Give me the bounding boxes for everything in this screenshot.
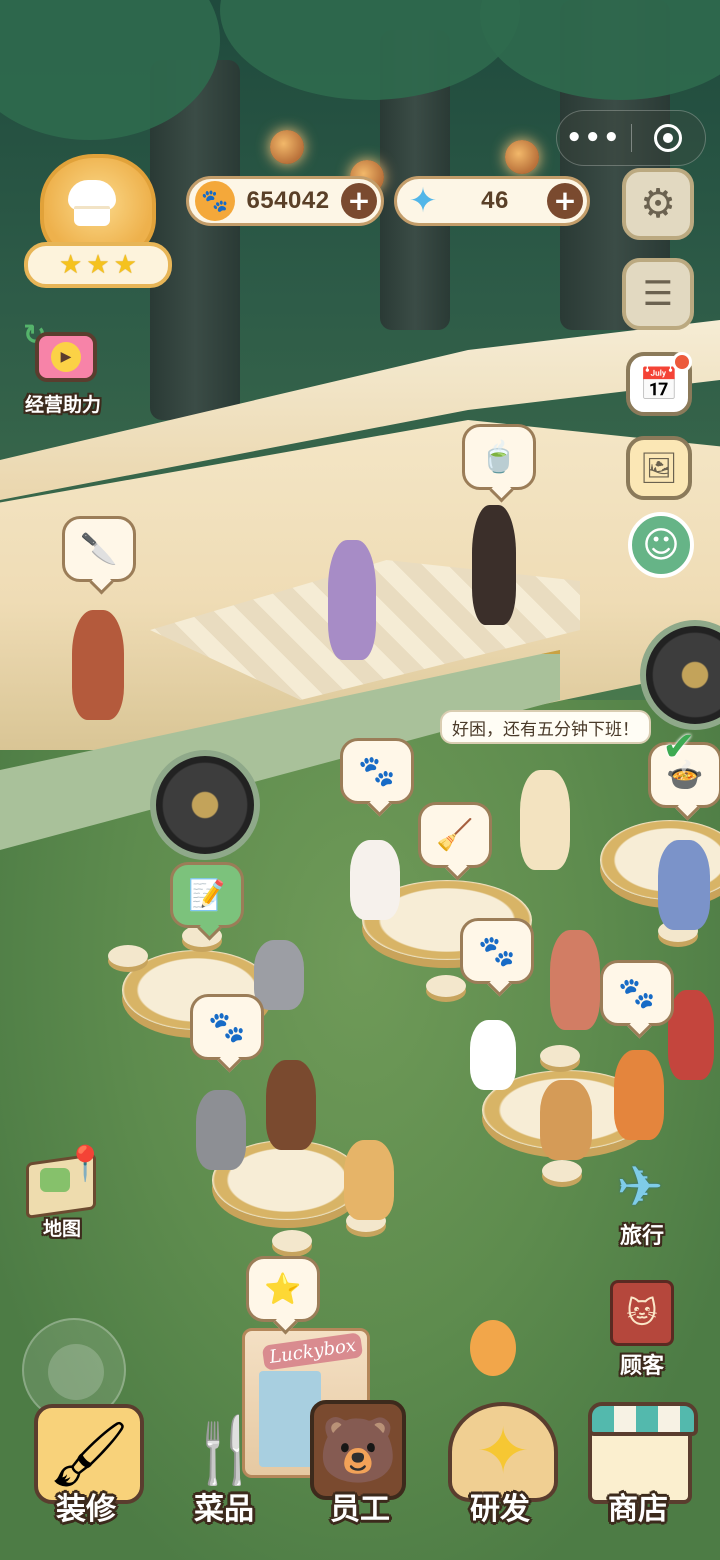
customer-fox[interactable] [614, 1050, 664, 1140]
target-icon [654, 124, 683, 152]
lucky-cat-figurine[interactable] [470, 1320, 516, 1376]
paw-icon: 🐾 [358, 753, 396, 789]
travel-label: 旅行 [619, 1224, 664, 1249]
shop-icon [588, 1402, 698, 1436]
add-paw-coins-button[interactable]: + [341, 183, 377, 219]
paw-coin-value: 654042 [246, 187, 330, 214]
business-boost-label: 经营助力 [24, 394, 101, 416]
customer-raccoon[interactable] [196, 1090, 246, 1170]
knife-board-icon: 🔪 [80, 531, 118, 567]
customer-shiba[interactable] [344, 1140, 394, 1220]
clean-task-bubble[interactable]: 🧹 [418, 802, 492, 868]
star-icon: ★ [113, 250, 137, 280]
customer-cat[interactable] [350, 840, 400, 920]
customers-button[interactable]: 🐱 顾客 [604, 1280, 680, 1380]
paw-icon: 🐾 [618, 975, 656, 1011]
speech-bubble: 好困，还有五分钟下班！ [440, 710, 651, 744]
customer-cat-grey[interactable] [254, 940, 304, 1010]
travel-button[interactable]: ✈ 旅行 [602, 1158, 682, 1250]
cooking-pot-icon: ✦ [476, 1415, 530, 1489]
customers-label: 顾客 [619, 1354, 664, 1379]
staff-waiter[interactable] [72, 610, 124, 720]
prep-task-bubble[interactable]: 🔪 [62, 516, 136, 582]
stool [108, 945, 148, 967]
customer-book-icon: 🐱 [610, 1280, 674, 1346]
video-tv-icon: ↻ ▶ [23, 318, 103, 390]
customer-hamster-waiter[interactable] [520, 770, 570, 870]
paw-icon: 🐾 [478, 933, 516, 969]
smiley-icon: ☺ [642, 524, 680, 566]
paw-order-bubble[interactable]: 🐾 [460, 918, 534, 984]
lantern [505, 140, 539, 174]
drink-icon: 🍵 [480, 439, 518, 475]
business-boost-button[interactable]: ↻ ▶ 经营助力 [18, 318, 108, 417]
staff-cashier[interactable] [328, 540, 376, 660]
paw-order-bubble[interactable]: 🐾 [600, 960, 674, 1026]
stool [542, 1160, 582, 1182]
customer-bear[interactable] [658, 840, 710, 930]
stool [426, 975, 466, 997]
dish-ready-bubble[interactable]: 🍵 [462, 424, 536, 490]
calendar-button[interactable]: 📅 [626, 352, 692, 416]
gem-value: 46 [481, 187, 509, 214]
gem-counter: ✦ 46 + [394, 176, 590, 226]
shop-nav-label: 商店 [608, 1492, 668, 1527]
gear-icon: ⚙ [640, 181, 676, 227]
calendar-icon: 📅 [639, 365, 679, 403]
settings-button[interactable]: ⚙ [622, 168, 694, 240]
restaurant-rating-badge[interactable]: ★ ★ ★ [24, 150, 172, 296]
close-mini-program-button[interactable] [632, 124, 706, 152]
task-list-button[interactable]: ☰ [622, 258, 694, 330]
speech-text: 好困，还有五分钟下班！ [452, 719, 639, 740]
research-nav-label: 研发 [470, 1492, 530, 1527]
staff-badge-icon: 🐻 [318, 1413, 398, 1488]
mini-program-capsule: ••• [556, 110, 706, 166]
map-button[interactable]: 📍 地图 [22, 1144, 106, 1241]
stool [540, 1045, 580, 1067]
fork-spoon-icon: 🍴 [185, 1413, 265, 1488]
customer-duck[interactable] [470, 1020, 516, 1090]
lantern [270, 130, 304, 164]
star-icon: ★ [59, 250, 83, 280]
stamp-card-icon: 🖼 [639, 450, 679, 486]
bus-wheel [150, 750, 260, 860]
notepad-icon: 📝 [188, 877, 226, 913]
stool [272, 1230, 312, 1252]
chef-hat-icon [64, 180, 120, 230]
paw-order-bubble[interactable]: 🐾 [340, 738, 414, 804]
map-icon: 📍 [26, 1144, 106, 1220]
rating-stars: ★ ★ ★ [24, 242, 172, 288]
paint-roller-icon: 🖌 [48, 1417, 130, 1492]
staff-nav-label: 员工 [330, 1492, 390, 1527]
order-note-bubble[interactable]: 📝 [170, 862, 244, 928]
customer-girl[interactable] [266, 1060, 316, 1150]
paw-icon: 🐾 [208, 1009, 246, 1045]
more-options-button[interactable]: ••• [557, 123, 631, 153]
dishes-nav-label: 菜品 [194, 1492, 254, 1527]
broom-icon: 🧹 [436, 817, 474, 853]
emote-button[interactable]: ☺ [628, 512, 694, 578]
paw-order-bubble[interactable]: 🐾 [190, 994, 264, 1060]
customer-dog[interactable] [540, 1080, 592, 1160]
add-gems-button[interactable]: + [546, 183, 583, 219]
notification-dot [672, 352, 692, 372]
paw-coin-counter: 🐾 654042 + [186, 176, 384, 226]
customer-hedgehog[interactable] [668, 990, 714, 1080]
staff-chef[interactable] [472, 505, 516, 625]
airplane-icon: ✈ [616, 1155, 664, 1220]
paw-coin-icon: 🐾 [195, 181, 235, 221]
lucky-box-sign: Luckybox [261, 1332, 364, 1371]
list-icon: ☰ [642, 274, 674, 314]
star-icon: ★ [86, 250, 110, 280]
coin-star-icon: ⭐ [264, 1271, 302, 1307]
gem-icon: ✦ [408, 181, 438, 221]
coin-bubble[interactable]: ⭐ [246, 1256, 320, 1322]
check-icon: ✔ [662, 724, 696, 770]
album-button[interactable]: 🖼 [626, 436, 692, 500]
decorate-nav-label: 装修 [56, 1492, 116, 1527]
customer-rabbit[interactable] [550, 930, 600, 1030]
